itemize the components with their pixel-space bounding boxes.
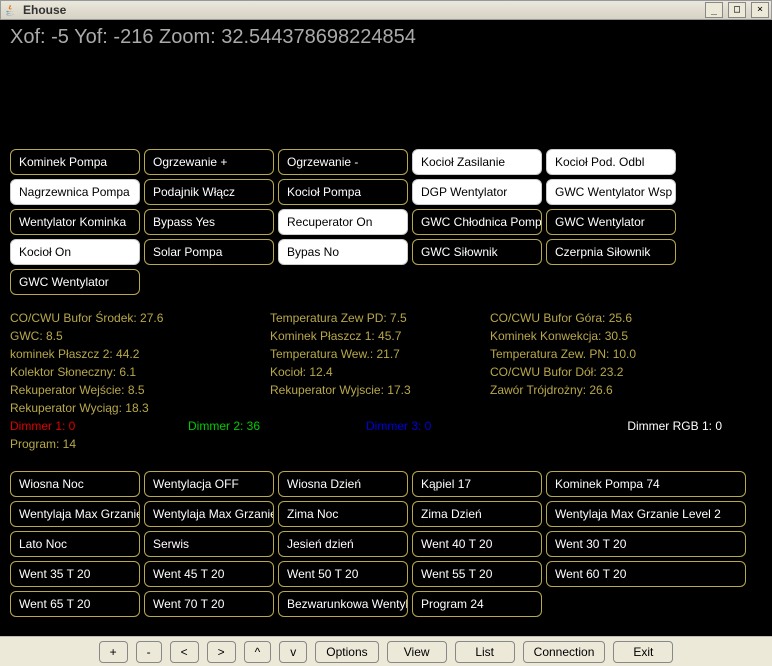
control-grid: Kominek PompaOgrzewanie +Ogrzewanie -Koc…	[10, 149, 762, 295]
control-button[interactable]: Solar Pompa	[144, 239, 274, 265]
dimmer-rgb: Dimmer RGB 1: 0	[544, 419, 762, 433]
left-button[interactable]: <	[170, 641, 199, 663]
sensor-reading: Rekuperator Wyjscie: 17.3	[270, 381, 490, 399]
sensor-reading: Temperatura Zew. PN: 10.0	[490, 345, 750, 363]
program-button[interactable]: Went 70 T 20	[144, 591, 274, 617]
maximize-button[interactable]: □	[728, 2, 746, 18]
control-button[interactable]: Kocioł On	[10, 239, 140, 265]
control-button[interactable]: Kocioł Pod. Odbl	[546, 149, 676, 175]
sensor-reading: Kominek Płaszcz 1: 45.7	[270, 327, 490, 345]
sensor-column: CO/CWU Bufor Środek: 27.6GWC: 8.5kominek…	[10, 309, 270, 417]
program-button[interactable]: Went 60 T 20	[546, 561, 746, 587]
connection-button[interactable]: Connection	[523, 641, 606, 663]
program-button[interactable]: Wentylaja Max Grzanie L	[144, 501, 274, 527]
exit-button[interactable]: Exit	[613, 641, 673, 663]
sensor-reading: Rekuperator Wejście: 8.5	[10, 381, 270, 399]
control-button[interactable]: Podajnik Włącz	[144, 179, 274, 205]
control-button[interactable]: Nagrzewnica Pompa	[10, 179, 140, 205]
close-button[interactable]: ×	[751, 2, 769, 18]
control-button[interactable]: Bypas No	[278, 239, 408, 265]
program-button[interactable]: Went 35 T 20	[10, 561, 140, 587]
view-button[interactable]: View	[387, 641, 447, 663]
up-button[interactable]: ^	[244, 641, 272, 663]
program-button[interactable]: Wentylacja OFF	[144, 471, 274, 497]
program-button[interactable]: Jesień dzień	[278, 531, 408, 557]
program-button[interactable]: Zima Dzień	[412, 501, 542, 527]
sensor-column: Temperatura Zew PD: 7.5Kominek Płaszcz 1…	[270, 309, 490, 417]
program-button[interactable]: Bezwarunkowa Wentyla	[278, 591, 408, 617]
program-grid: Wiosna NocWentylacja OFFWiosna DzieńKąpi…	[10, 471, 762, 617]
control-button[interactable]: GWC Wentylator	[546, 209, 676, 235]
sensor-reading: CO/CWU Bufor Dół: 23.2	[490, 363, 750, 381]
sensor-reading: Zawór Trójdrożny: 26.6	[490, 381, 750, 399]
control-button[interactable]: Ogrzewanie +	[144, 149, 274, 175]
sensor-reading: CO/CWU Bufor Góra: 25.6	[490, 309, 750, 327]
program-button[interactable]: Went 40 T 20	[412, 531, 542, 557]
down-button[interactable]: v	[279, 641, 307, 663]
sensor-reading: kominek Płaszcz 2: 44.2	[10, 345, 270, 363]
bottom-toolbar: + - < > ^ v Options View List Connection…	[0, 636, 772, 666]
sensor-column: CO/CWU Bufor Góra: 25.6Kominek Konwekcja…	[490, 309, 750, 417]
sensor-reading: Kominek Konwekcja: 30.5	[490, 327, 750, 345]
program-button[interactable]: Lato Noc	[10, 531, 140, 557]
sensor-reading: Kocioł: 12.4	[270, 363, 490, 381]
sensor-reading: Rekuperator Wyciąg: 18.3	[10, 399, 270, 417]
dimmer-2: Dimmer 2: 36	[188, 419, 366, 433]
program-button[interactable]: Wentylaja Max Grzanie Level 2	[546, 501, 746, 527]
program-button[interactable]: Went 45 T 20	[144, 561, 274, 587]
right-button[interactable]: >	[207, 641, 236, 663]
program-text: Program: 14	[10, 437, 762, 451]
sensor-reading: CO/CWU Bufor Środek: 27.6	[10, 309, 270, 327]
control-button[interactable]: Kocioł Zasilanie	[412, 149, 542, 175]
sensor-reading: Temperatura Wew.: 21.7	[270, 345, 490, 363]
plus-button[interactable]: +	[99, 641, 128, 663]
control-button[interactable]: Recuperator On	[278, 209, 408, 235]
control-button[interactable]: GWC Siłownik	[412, 239, 542, 265]
program-button[interactable]: Wiosna Noc	[10, 471, 140, 497]
java-icon	[3, 2, 19, 18]
sensor-reading: Temperatura Zew PD: 7.5	[270, 309, 490, 327]
program-button[interactable]: Went 50 T 20	[278, 561, 408, 587]
control-button[interactable]: GWC Wentylator Wsp	[546, 179, 676, 205]
sensor-reading: GWC: 8.5	[10, 327, 270, 345]
minimize-button[interactable]: _	[705, 2, 723, 18]
options-button[interactable]: Options	[315, 641, 378, 663]
list-button[interactable]: List	[455, 641, 515, 663]
program-button[interactable]: Went 65 T 20	[10, 591, 140, 617]
control-button[interactable]: Wentylator Kominka	[10, 209, 140, 235]
control-button[interactable]: Bypass Yes	[144, 209, 274, 235]
program-button[interactable]: Wiosna Dzień	[278, 471, 408, 497]
control-button[interactable]: Ogrzewanie -	[278, 149, 408, 175]
minus-button[interactable]: -	[136, 641, 162, 663]
control-button[interactable]: Kocioł Pompa	[278, 179, 408, 205]
main-content: Xof: -5 Yof: -216 Zoom: 32.5443786982248…	[0, 20, 772, 636]
dimmers-row: Dimmer 1: 0 Dimmer 2: 36 Dimmer 3: 0 Dim…	[10, 419, 762, 433]
control-button[interactable]: Czerpnia Siłownik	[546, 239, 676, 265]
program-button[interactable]: Kominek Pompa 74	[546, 471, 746, 497]
window-title: Ehouse	[23, 3, 700, 17]
coords-text: Xof: -5 Yof: -216 Zoom: 32.5443786982248…	[10, 26, 762, 49]
program-button[interactable]: Zima Noc	[278, 501, 408, 527]
dimmer-1: Dimmer 1: 0	[10, 419, 188, 433]
program-button[interactable]: Wentylaja Max Grzanie	[10, 501, 140, 527]
titlebar: Ehouse _ □ ×	[0, 0, 772, 20]
control-button[interactable]: Kominek Pompa	[10, 149, 140, 175]
sensors-block: CO/CWU Bufor Środek: 27.6GWC: 8.5kominek…	[10, 309, 762, 417]
dimmer-3: Dimmer 3: 0	[366, 419, 544, 433]
program-button[interactable]: Program 24	[412, 591, 542, 617]
program-button[interactable]: Went 55 T 20	[412, 561, 542, 587]
control-button[interactable]: GWC Chłodnica Pompa	[412, 209, 542, 235]
control-button[interactable]: DGP Wentylator	[412, 179, 542, 205]
control-button[interactable]: GWC Wentylator	[10, 269, 140, 295]
program-button[interactable]: Serwis	[144, 531, 274, 557]
program-button[interactable]: Kąpiel 17	[412, 471, 542, 497]
sensor-reading: Kolektor Słoneczny: 6.1	[10, 363, 270, 381]
program-button[interactable]: Went 30 T 20	[546, 531, 746, 557]
